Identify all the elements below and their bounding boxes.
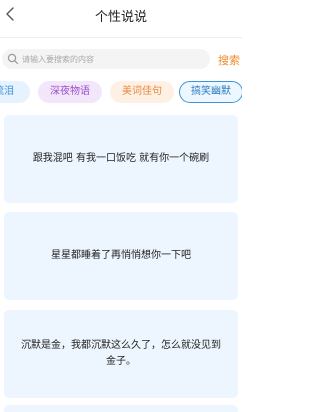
quote-card[interactable] — [4, 405, 238, 412]
header: 个性说说 — [0, 0, 242, 30]
tab-sad[interactable]: 流泪 — [0, 81, 30, 103]
category-tabs: 流泪 深夜物语 美词佳句 搞笑幽默 — [0, 81, 242, 105]
search-box[interactable] — [2, 49, 210, 69]
quote-text: 星星都睡着了再悄悄想你一下吧 — [51, 250, 191, 261]
quote-card[interactable]: 星星都睡着了再悄悄想你一下吧 — [4, 212, 238, 300]
quote-card[interactable]: 跟我混吧 有我一口饭吃 就有你一个碗刷 — [4, 115, 238, 203]
search-icon — [7, 53, 19, 65]
tab-beautiful-quotes[interactable]: 美词佳句 — [110, 81, 174, 103]
search-button[interactable]: 搜索 — [218, 52, 240, 68]
quote-card[interactable]: 沉默是金，我都沉默这么久了，怎么就没见到金子。 — [4, 310, 238, 398]
search-input[interactable] — [22, 51, 202, 67]
header-divider — [0, 37, 242, 38]
page: 个性说说 搜索 流泪 深夜物语 美词佳句 搞笑幽默 跟我混吧 有我一口饭吃 就有… — [0, 0, 242, 412]
quote-text: 沉默是金，我都沉默这么久了，怎么就没见到金子。 — [21, 340, 221, 367]
tab-late-night[interactable]: 深夜物语 — [38, 81, 102, 103]
tab-funny[interactable]: 搞笑幽默 — [179, 81, 242, 103]
quote-text: 跟我混吧 有我一口饭吃 就有你一个碗刷 — [32, 153, 210, 164]
page-title: 个性说说 — [94, 10, 147, 25]
